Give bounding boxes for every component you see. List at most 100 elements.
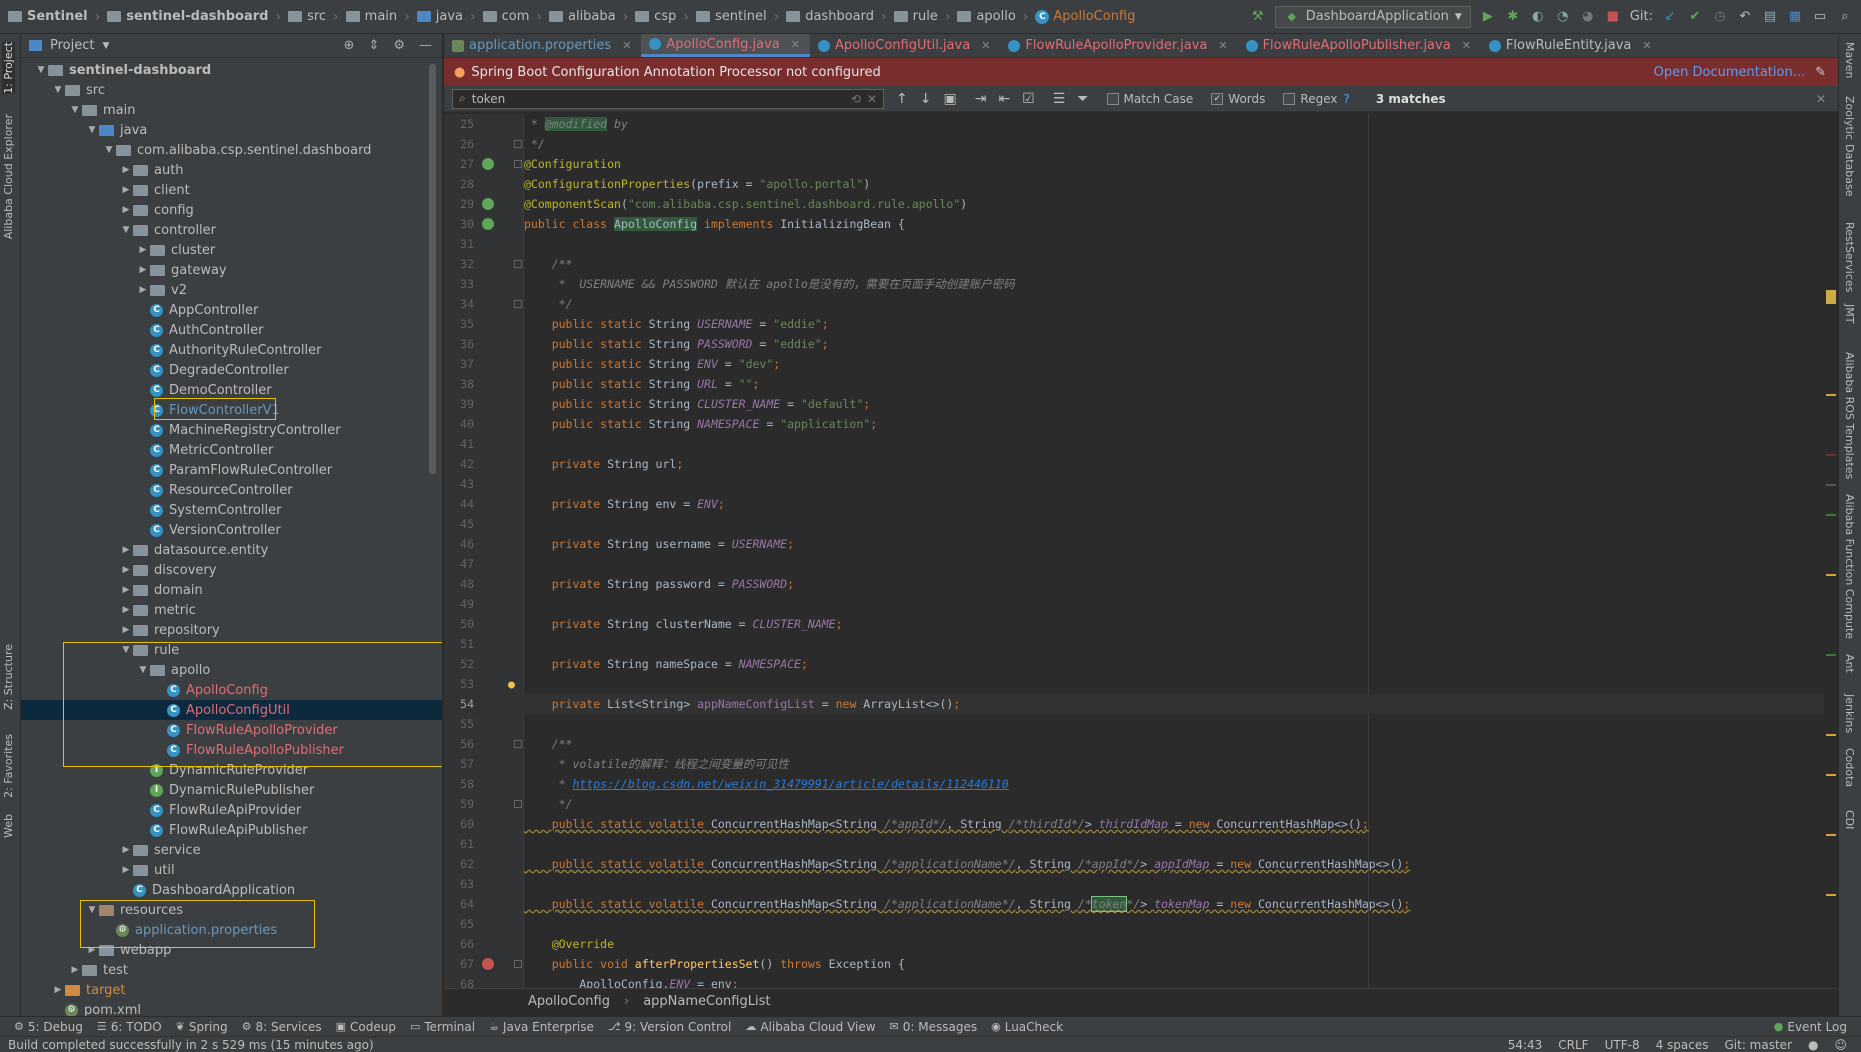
git-branch[interactable]: Git: master (1724, 1038, 1792, 1052)
right-tool-tab[interactable]: Alibaba ROS Templates (1843, 352, 1856, 479)
chevron-down-icon[interactable]: ▼ (85, 905, 99, 915)
close-icon[interactable]: ✕ (981, 39, 990, 52)
project-view-select[interactable]: Project (50, 38, 94, 53)
tree-item[interactable]: C FlowRuleApolloProvider (21, 720, 442, 740)
debug-icon[interactable]: ✱ (1505, 9, 1521, 25)
tree-item[interactable]: ▶ util (21, 860, 442, 880)
tree-item[interactable]: C AuthorityRuleController (21, 340, 442, 360)
right-tool-tab[interactable]: Database (1843, 144, 1856, 197)
right-tool-tab[interactable]: Jenkins (1843, 694, 1856, 733)
tree-item[interactable]: ▶ target (21, 980, 442, 1000)
chevron-right-icon[interactable]: ▶ (136, 285, 150, 295)
breadcrumb-item[interactable]: java (415, 9, 465, 24)
tree-item[interactable]: ▶ metric (21, 600, 442, 620)
tool-window-button[interactable]: ⚙ 8: Services (242, 1020, 322, 1034)
status-message[interactable]: Build completed successfully in 2 s 529 … (0, 1038, 374, 1052)
tool-window-button[interactable]: ❦ Spring (176, 1020, 228, 1034)
tree-item[interactable]: ▶ datasource.entity (21, 540, 442, 560)
file-encoding[interactable]: UTF-8 (1605, 1038, 1640, 1052)
tree-item[interactable]: C FlowRuleApolloPublisher (21, 740, 442, 760)
breadcrumb-item[interactable]: sentinel (694, 9, 769, 24)
chevron-right-icon[interactable]: ▶ (119, 845, 133, 855)
tree-item[interactable]: C FlowRuleApiPublisher (21, 820, 442, 840)
tree-item[interactable]: ⚙ pom.xml (21, 1000, 442, 1016)
inspector-icon[interactable]: ☺ (1834, 1038, 1847, 1052)
breadcrumb-item[interactable]: Sentinel (6, 9, 90, 24)
close-icon[interactable]: ✕ (1218, 39, 1227, 52)
tree-item[interactable]: C VersionController (21, 520, 442, 540)
chevron-right-icon[interactable]: ▶ (136, 245, 150, 255)
git-rollback-icon[interactable]: ↶ (1737, 9, 1753, 25)
chevron-right-icon[interactable]: ▶ (119, 625, 133, 635)
tree-item[interactable]: ▶ auth (21, 160, 442, 180)
spring-bean-gutter-icon[interactable] (482, 158, 494, 170)
tree-item[interactable]: ▶ repository (21, 620, 442, 640)
editor-tab[interactable]: ApolloConfig.java ✕ (641, 34, 810, 57)
close-icon[interactable]: ✕ (791, 38, 800, 51)
close-icon[interactable]: ✕ (622, 39, 631, 52)
tab-web[interactable]: Web (2, 814, 15, 838)
git-commit-icon[interactable]: ✔ (1687, 9, 1703, 25)
chevron-down-icon[interactable]: ▼ (51, 85, 65, 95)
tool-window-button[interactable]: ✉ 0: Messages (890, 1020, 978, 1034)
tree-item[interactable]: ▶ discovery (21, 560, 442, 580)
attach-icon[interactable]: ◕ (1580, 9, 1596, 25)
chevron-right-icon[interactable]: ▶ (119, 585, 133, 595)
wrench-icon[interactable]: ✎ (1815, 65, 1826, 80)
editor-breadcrumb-item[interactable]: appNameConfigList (643, 994, 770, 1009)
right-tool-tab[interactable]: CDI (1843, 810, 1856, 829)
profile-icon[interactable]: ◔ (1555, 9, 1571, 25)
tree-item[interactable]: C FlowControllerV1 (21, 400, 442, 420)
search-everywhere-icon[interactable]: ⌕ (1837, 9, 1853, 25)
editor-tab[interactable]: FlowRuleApolloProvider.java ✕ (1000, 34, 1237, 57)
project-scrollbar[interactable] (429, 64, 436, 474)
tool-window-button[interactable]: ☰ 6: TODO (97, 1020, 162, 1034)
chevron-right-icon[interactable]: ▶ (119, 185, 133, 195)
chevron-down-icon[interactable]: ▼ (119, 225, 133, 235)
words-checkbox[interactable]: ✓ Words (1211, 92, 1265, 106)
breadcrumb-item[interactable]: dashboard (784, 9, 876, 24)
right-tool-tab[interactable]: Zoolytic (1843, 96, 1856, 140)
line-separator[interactable]: CRLF (1558, 1038, 1588, 1052)
breadcrumb-item[interactable]: apollo (955, 9, 1017, 24)
right-tool-tab[interactable]: JMT (1843, 304, 1856, 323)
breadcrumb-item[interactable]: src (286, 9, 328, 24)
chevron-right-icon[interactable]: ▶ (119, 205, 133, 215)
tree-item[interactable]: ▼ src (21, 80, 442, 100)
tree-item[interactable]: C DegradeController (21, 360, 442, 380)
editor-tab[interactable]: FlowRuleApolloPublisher.java ✕ (1238, 34, 1481, 57)
tool-window-button[interactable]: ☕ Java Enterprise (489, 1020, 594, 1034)
tool-window-button[interactable]: ⚙ 5: Debug (14, 1020, 83, 1034)
editor-tab[interactable]: application.properties ✕ (444, 34, 641, 57)
search-in-selection-icon[interactable]: ☰ (1053, 91, 1066, 107)
tree-item[interactable]: ▶ v2 (21, 280, 442, 300)
close-icon[interactable]: ✕ (1642, 39, 1651, 52)
tree-item[interactable]: C DashboardApplication (21, 880, 442, 900)
tree-item[interactable]: ▼ resources (21, 900, 442, 920)
add-selection-icon[interactable]: ⇥ (975, 91, 987, 107)
close-find-icon[interactable]: ✕ (1816, 92, 1826, 106)
clear-icon[interactable]: ✕ (867, 92, 877, 106)
tab-alibaba-cloud-explorer[interactable]: Alibaba Cloud Explorer (2, 114, 15, 239)
code-editor[interactable]: 25 * @modified by 26 */ 27 @Configuration… (444, 114, 1838, 988)
editor-breadcrumb-item[interactable]: ApolloConfig (528, 994, 610, 1009)
remove-selection-icon[interactable]: ⇤ (998, 91, 1010, 107)
hide-icon[interactable]: — (419, 38, 432, 53)
tool-window-button[interactable]: ▣ Codeup (336, 1020, 396, 1034)
right-tool-tab[interactable]: Codota (1843, 748, 1856, 787)
editor-tab[interactable]: FlowRuleEntity.java ✕ (1481, 34, 1662, 57)
tool-window-button[interactable]: ◉ LuaCheck (991, 1020, 1063, 1034)
filter-icon[interactable]: ⏷ (1077, 91, 1088, 107)
tool-window-button[interactable]: ▭ Terminal (410, 1020, 475, 1034)
select-all-matches-icon[interactable]: ☑ (1022, 91, 1035, 107)
close-icon[interactable]: ✕ (1462, 39, 1471, 52)
right-tool-tab[interactable]: Ant (1843, 654, 1856, 673)
right-tool-tab[interactable]: Maven (1843, 42, 1856, 78)
history-icon[interactable]: ⟲ (851, 92, 861, 106)
right-tool-tab[interactable]: Alibaba Function Compute (1843, 494, 1856, 639)
chevron-down-icon[interactable]: ▼ (85, 125, 99, 135)
tree-item[interactable]: I DynamicRuleProvider (21, 760, 442, 780)
tree-item[interactable]: ▼ rule (21, 640, 442, 660)
tree-item[interactable]: ▶ gateway (21, 260, 442, 280)
editor-tab[interactable]: ApolloConfigUtil.java ✕ (810, 34, 1000, 57)
